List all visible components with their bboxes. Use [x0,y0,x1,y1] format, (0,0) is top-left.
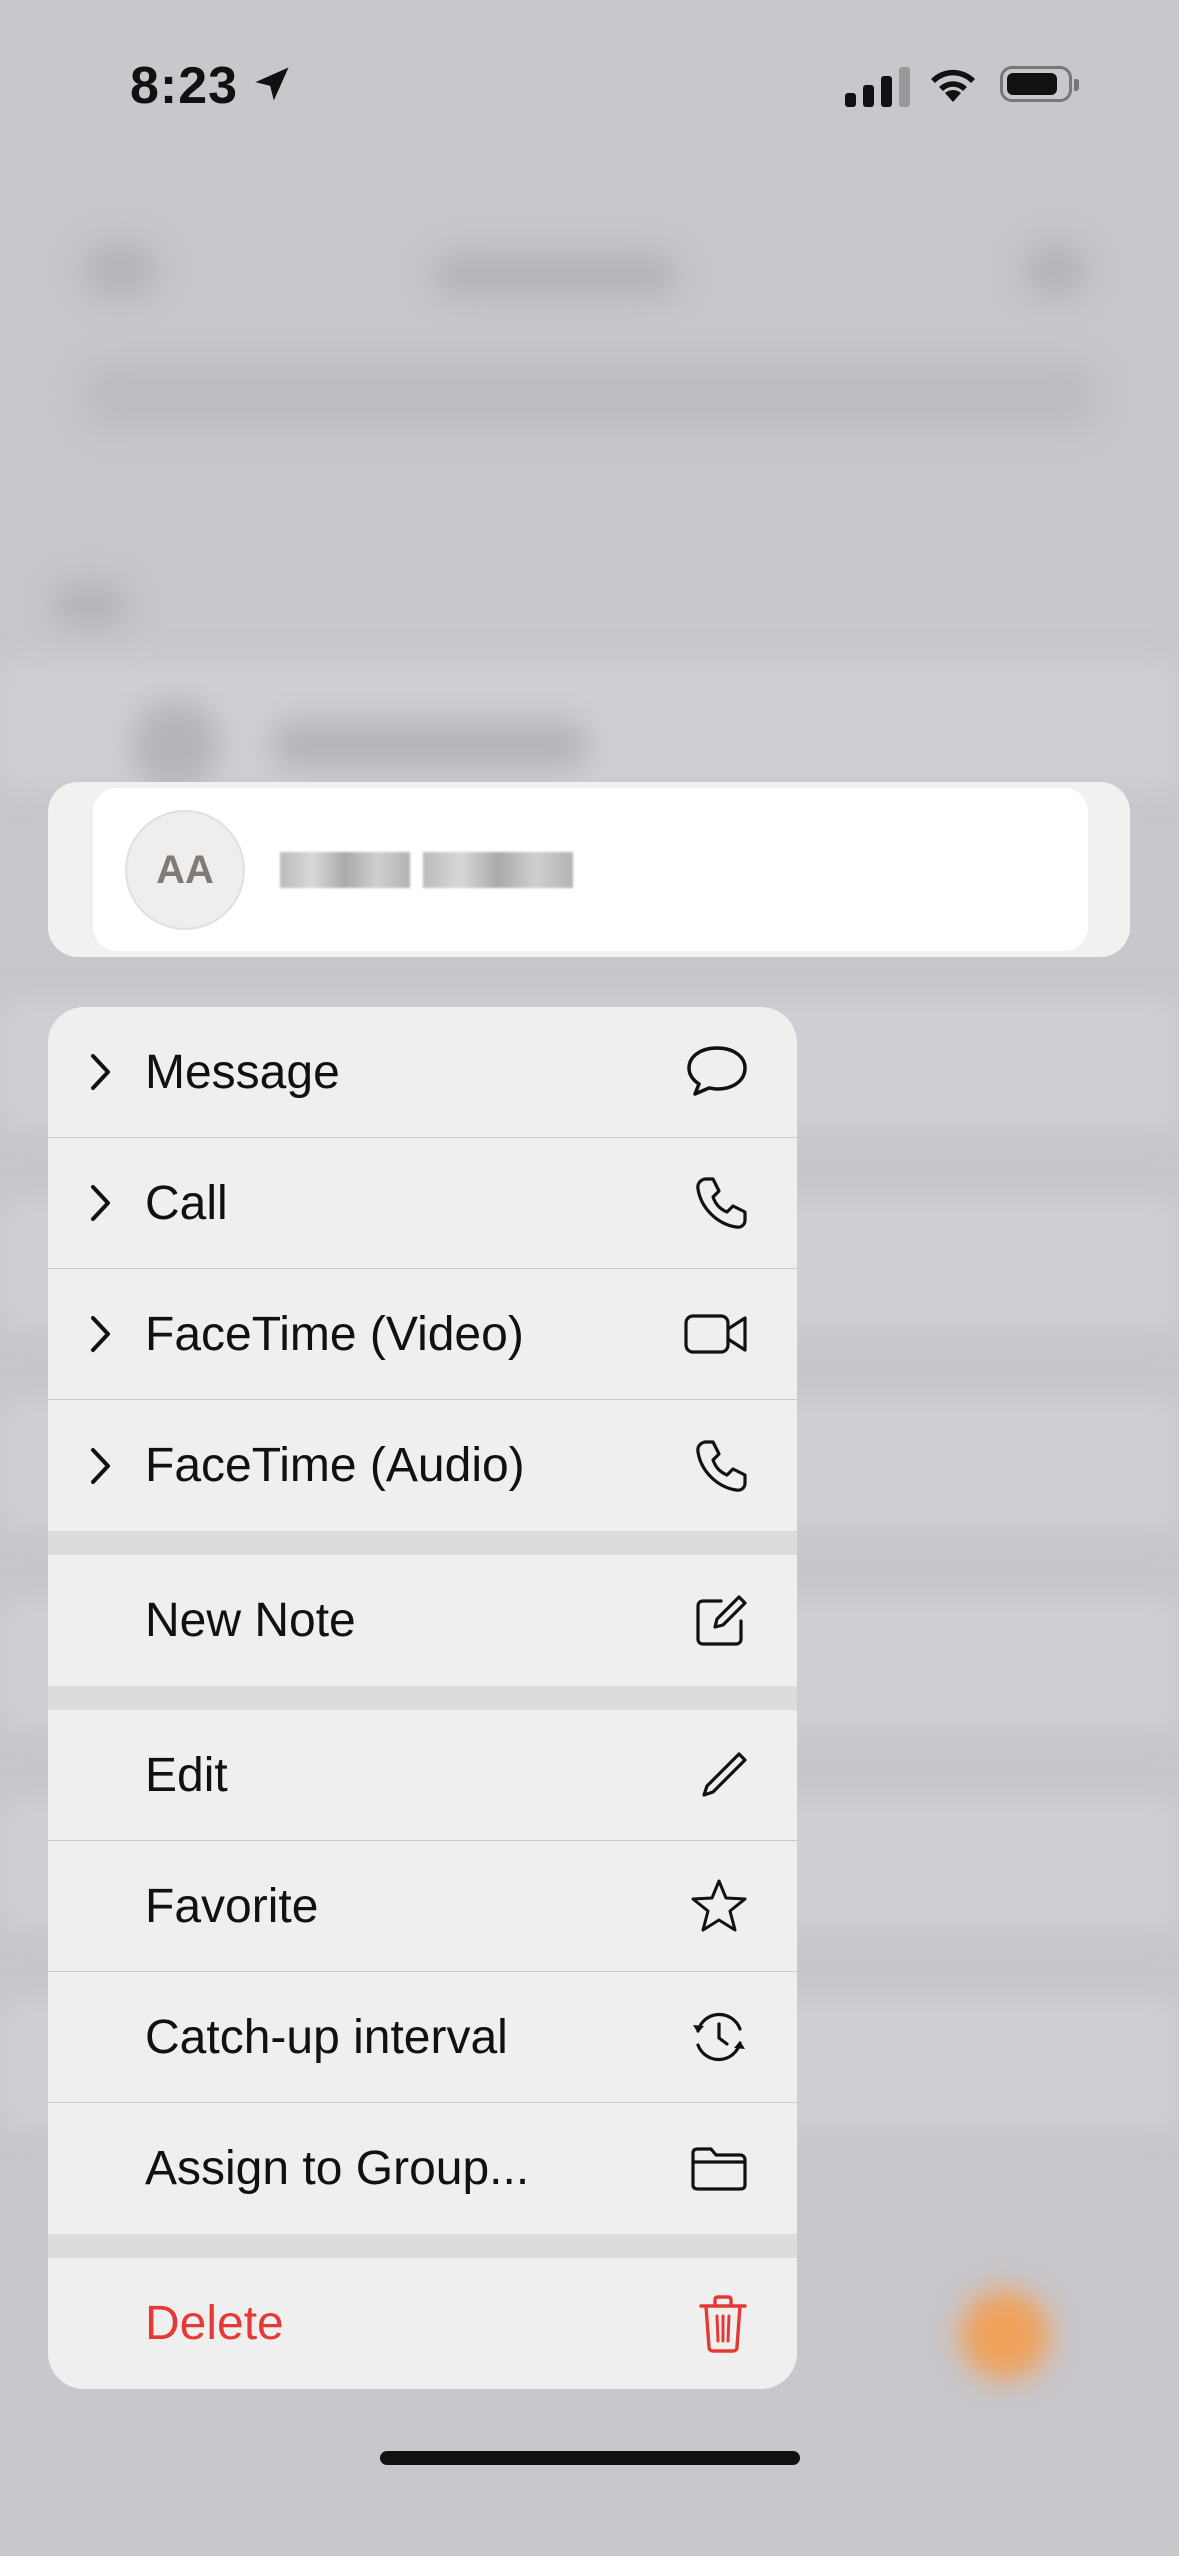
menu-item-label: Catch-up interval [145,2010,508,2064]
message-bubble-icon [687,1046,747,1096]
chevron-right-icon [91,1054,110,1090]
menu-item-label: FaceTime (Audio) [145,1439,525,1492]
menu-section-separator [48,1686,797,1710]
menu-item-label: New Note [145,1594,356,1647]
menu-item-label: Delete [145,2297,284,2350]
phone-icon [696,1177,747,1229]
menu-item-label: Edit [145,1748,228,1802]
status-time: 8:23 [130,57,239,115]
menu-item-new-note[interactable]: New Note [48,1555,797,1686]
menu-item-call[interactable]: Call [48,1138,797,1269]
chevron-right-icon [91,1447,110,1484]
clock-arrows-icon [693,2012,745,2062]
compose-icon [696,1594,747,1646]
menu-item-label: Message [145,1045,340,1099]
menu-section-separator [48,1531,797,1555]
context-menu: Message Call FaceTime (Video) FaceTime (… [48,1007,797,2389]
chevron-right-icon [91,1316,110,1352]
menu-item-message[interactable]: Message [48,1007,797,1138]
star-icon [691,1879,747,1932]
menu-item-edit[interactable]: Edit [48,1710,797,1841]
phone-icon [696,1439,747,1492]
menu-item-label: FaceTime (Video) [145,1307,524,1361]
folder-icon [691,2146,747,2191]
home-indicator[interactable] [380,2451,800,2465]
menu-section-separator [48,2234,797,2258]
cellular-signal-icon [845,65,910,107]
trash-icon [699,2294,747,2353]
video-camera-icon [684,1314,747,1354]
menu-item-facetime-audio[interactable]: FaceTime (Audio) [48,1400,797,1531]
status-bar: 8:23 [0,0,1179,170]
menu-item-favorite[interactable]: Favorite [48,1841,797,1972]
pencil-icon [702,1752,747,1797]
menu-item-delete[interactable]: Delete [48,2258,797,2389]
menu-item-label: Favorite [145,1879,319,1933]
menu-item-catch-up-interval[interactable]: Catch-up interval [48,1972,797,2103]
wifi-icon [931,69,975,102]
menu-item-assign-to-group[interactable]: Assign to Group... [48,2103,797,2234]
menu-item-facetime-video[interactable]: FaceTime (Video) [48,1269,797,1400]
chevron-right-icon [91,1185,110,1221]
avatar: AA [125,810,245,930]
battery-icon [1000,66,1079,102]
menu-item-label: Call [145,1176,228,1230]
location-arrow-icon [255,67,289,101]
menu-item-label: Assign to Group... [145,2142,530,2195]
